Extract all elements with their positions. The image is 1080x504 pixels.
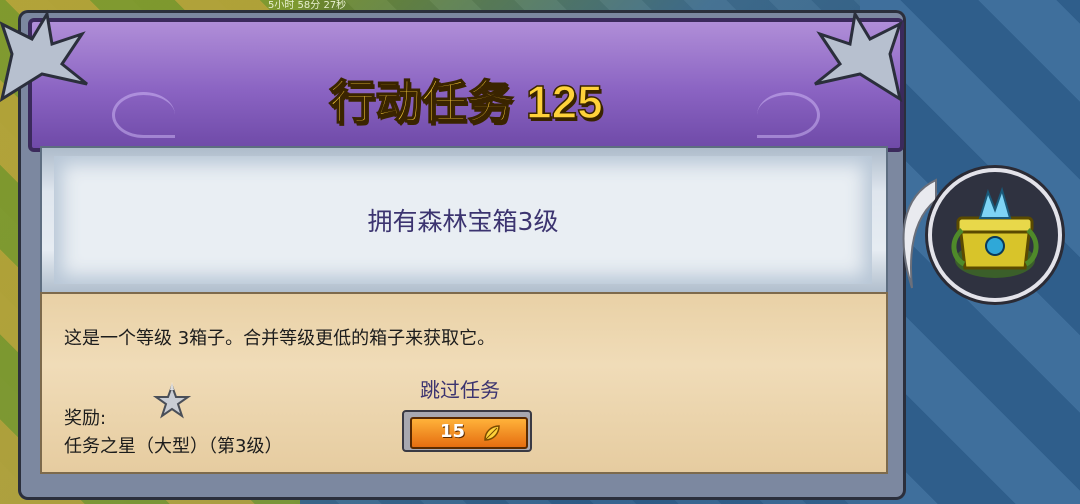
dragon-statue-icon — [0, 9, 88, 103]
quest-title: 行动任务 125 — [328, 75, 603, 129]
forest-chest-icon — [951, 186, 1039, 278]
skip-quest-button[interactable]: 15 — [402, 410, 532, 452]
quest-header: 行动任务 125 — [28, 18, 904, 152]
objective-text: 拥有森林宝箱3级 — [367, 207, 559, 236]
dragon-statue-icon — [814, 9, 903, 103]
gold-leaf-icon — [484, 425, 500, 441]
skip-cost: 15 — [440, 421, 466, 442]
description-text: 这是一个等级 3箱子。合并等级更低的箱子来获取它。 — [64, 328, 496, 349]
details-area: 这是一个等级 3箱子。合并等级更低的箱子来获取它。 奖励: 任务之星（大型）（第… — [40, 292, 888, 474]
reward-chest-frame — [928, 168, 1062, 302]
skip-quest-label: 跳过任务 — [420, 378, 500, 402]
objective-banner: 拥有森林宝箱3级 — [40, 146, 888, 296]
reward-label: 奖励: — [64, 408, 107, 429]
reward-name: 任务之星（大型）（第3级） — [64, 436, 283, 457]
star-trophy-icon — [152, 382, 192, 419]
